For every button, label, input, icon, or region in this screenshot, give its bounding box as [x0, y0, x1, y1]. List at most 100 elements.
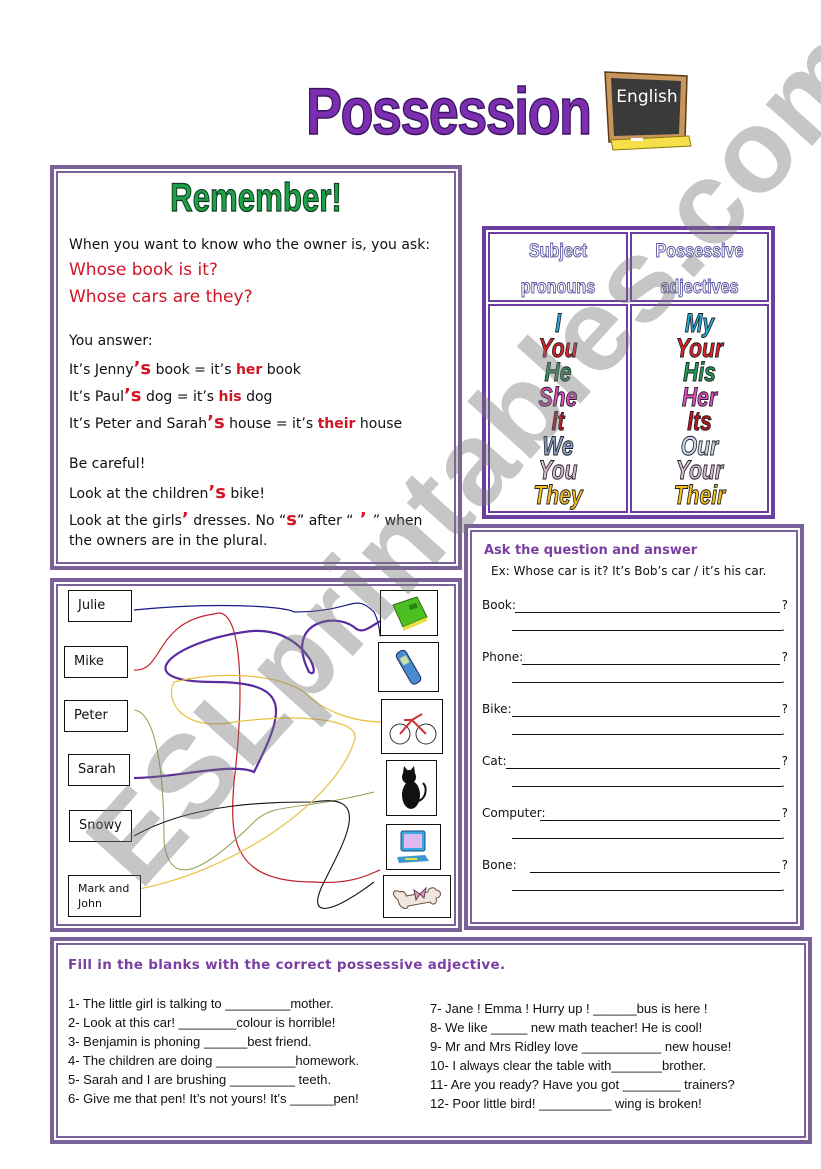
example-text: It’s Paul — [69, 389, 124, 405]
fill-sentence: 4- The children are doing ___________hom… — [68, 1053, 360, 1068]
possessive-adjective-column: My Your His Her Its Our Your Their — [630, 304, 769, 513]
period-mark: . — [781, 724, 785, 738]
computer-icon — [397, 830, 429, 863]
example-text: It’s Jenny — [69, 362, 134, 378]
possessive-word: Their — [673, 479, 726, 510]
question-mark: ? — [781, 754, 788, 768]
fill-sentence: 10- I always clear the table with_______… — [430, 1058, 707, 1073]
ask-row: Bike:?. — [482, 702, 788, 742]
book-icon — [392, 596, 428, 631]
example-text: dog = it’s — [141, 389, 219, 405]
ask-title: Ask the question and answer — [484, 543, 698, 558]
possessive-mark: ’s — [133, 358, 152, 379]
picture-cat — [386, 760, 437, 816]
chalkboard-icon: English — [601, 66, 693, 154]
question-answer-line[interactable] — [522, 664, 780, 665]
example-text: book = it’s — [151, 362, 236, 378]
name-peter: Peter — [64, 700, 128, 732]
answer-line[interactable] — [512, 890, 782, 891]
ask-row: Book:?. — [482, 598, 788, 638]
careful-label: Be careful! — [69, 456, 146, 472]
board-label: English — [616, 87, 677, 107]
header-text: Possessive — [655, 241, 744, 263]
question-answer-line[interactable] — [515, 612, 780, 613]
example-text: house — [355, 416, 403, 432]
answer-line[interactable] — [512, 682, 782, 683]
fill-sentence: 3- Benjamin is phoning ______best friend… — [68, 1034, 312, 1049]
careful-text: Look at the girls — [69, 513, 182, 529]
question-mark: ? — [781, 702, 788, 716]
example-text: book — [262, 362, 301, 378]
question-2: Whose cars are they? — [69, 287, 253, 307]
remember-title: Remember! — [170, 176, 343, 220]
period-mark: . — [781, 880, 785, 894]
ask-row: Phone:?. — [482, 650, 788, 690]
question-answer-line[interactable] — [512, 716, 780, 717]
fill-sentence: 7- Jane ! Emma ! Hurry up ! ______bus is… — [430, 1001, 708, 1016]
match-line-mark-and-john — [133, 674, 385, 891]
picture-bike — [381, 699, 443, 754]
example-2: It’s Paul’s dog = it’s his dog — [69, 385, 272, 406]
picture-computer — [386, 824, 441, 870]
fill-in-blanks-panel: Fill in the blanks with the correct poss… — [50, 937, 812, 1144]
ask-example: Ex: Whose car is it? It’s Bob’s car / it… — [491, 564, 767, 578]
ask-row: Bone:?. — [482, 858, 788, 898]
example-text: dog — [241, 389, 273, 405]
careful-text: bike! — [225, 486, 265, 502]
fill-sentence: 9- Mr and Mrs Ridley love ___________ ne… — [430, 1039, 732, 1054]
period-mark: . — [781, 672, 785, 686]
careful-text: dresses. No “ — [188, 513, 287, 529]
bone-icon — [393, 886, 441, 909]
phone-icon — [395, 649, 422, 685]
question-answer-line[interactable] — [530, 872, 780, 873]
example-3: It’s Peter and Sarah’s house = it’s thei… — [69, 412, 402, 433]
picture-bone — [383, 875, 451, 918]
answer-line[interactable] — [512, 838, 782, 839]
fill-sentence: 11- Are you ready? Have you got ________… — [430, 1077, 735, 1092]
possessive-mark: ’s — [207, 412, 225, 433]
question-mark: ? — [781, 650, 788, 664]
match-line-peter — [133, 709, 375, 871]
question-answer-line[interactable] — [540, 820, 780, 821]
ask-item-label: Phone: — [482, 650, 524, 664]
question-answer-line[interactable] — [506, 768, 780, 769]
fill-sentence: 8- We like _____ new math teacher! He is… — [430, 1020, 703, 1035]
example-1: It’s Jenny’s book = it’s her book — [69, 358, 301, 379]
header-text: pronouns — [520, 277, 596, 299]
fill-title: Fill in the blanks with the correct poss… — [68, 957, 506, 973]
answer-line[interactable] — [512, 786, 782, 787]
careful-text: ” when — [372, 513, 423, 529]
fill-sentence: 1- The little girl is talking to _______… — [68, 996, 334, 1011]
subject-word: They — [533, 479, 583, 510]
ask-item-label: Bone: — [482, 858, 517, 872]
picture-book — [380, 590, 438, 636]
ask-question-panel: Ask the question and answer Ex: Whose ca… — [464, 524, 804, 930]
ask-item-label: Cat: — [482, 754, 507, 768]
period-mark: . — [781, 620, 785, 634]
remember-intro: When you want to know who the owner is, … — [69, 237, 431, 253]
answer-line[interactable] — [512, 734, 782, 735]
period-mark: . — [781, 828, 785, 842]
match-line-snowy — [133, 800, 375, 909]
header-text: adjectives — [660, 277, 739, 299]
answer-line[interactable] — [512, 630, 782, 631]
pronoun-table: Subject pronouns Possessive adjectives I… — [482, 226, 775, 519]
fill-sentence: 5- Sarah and I are brushing _________ te… — [68, 1072, 332, 1087]
question-mark: ? — [781, 598, 788, 612]
careful-line-1: Look at the children’s bike! — [69, 482, 265, 503]
header-possessive-adjectives: Possessive adjectives — [630, 232, 769, 302]
careful-line-2: Look at the girls’ dresses. No “s” after… — [69, 509, 422, 530]
example-text: It’s Peter and Sarah — [69, 416, 208, 432]
ask-item-label: Computer: — [482, 806, 546, 820]
careful-line-3: the owners are in the plural. — [69, 533, 268, 549]
fill-sentence: 12- Poor little bird! __________ wing is… — [430, 1096, 702, 1111]
page-title: Possession — [305, 74, 592, 148]
name-sarah: Sarah — [68, 754, 130, 786]
name-mike: Mike — [64, 646, 128, 678]
period-mark: . — [781, 776, 785, 790]
header-text: Subject — [528, 241, 588, 263]
name-snowy: Snowy — [69, 810, 132, 842]
possessive-adjective: their — [317, 416, 356, 432]
picture-phone — [378, 642, 439, 692]
fill-sentence: 6- Give me that pen! It’s not yours! It’… — [68, 1091, 359, 1106]
